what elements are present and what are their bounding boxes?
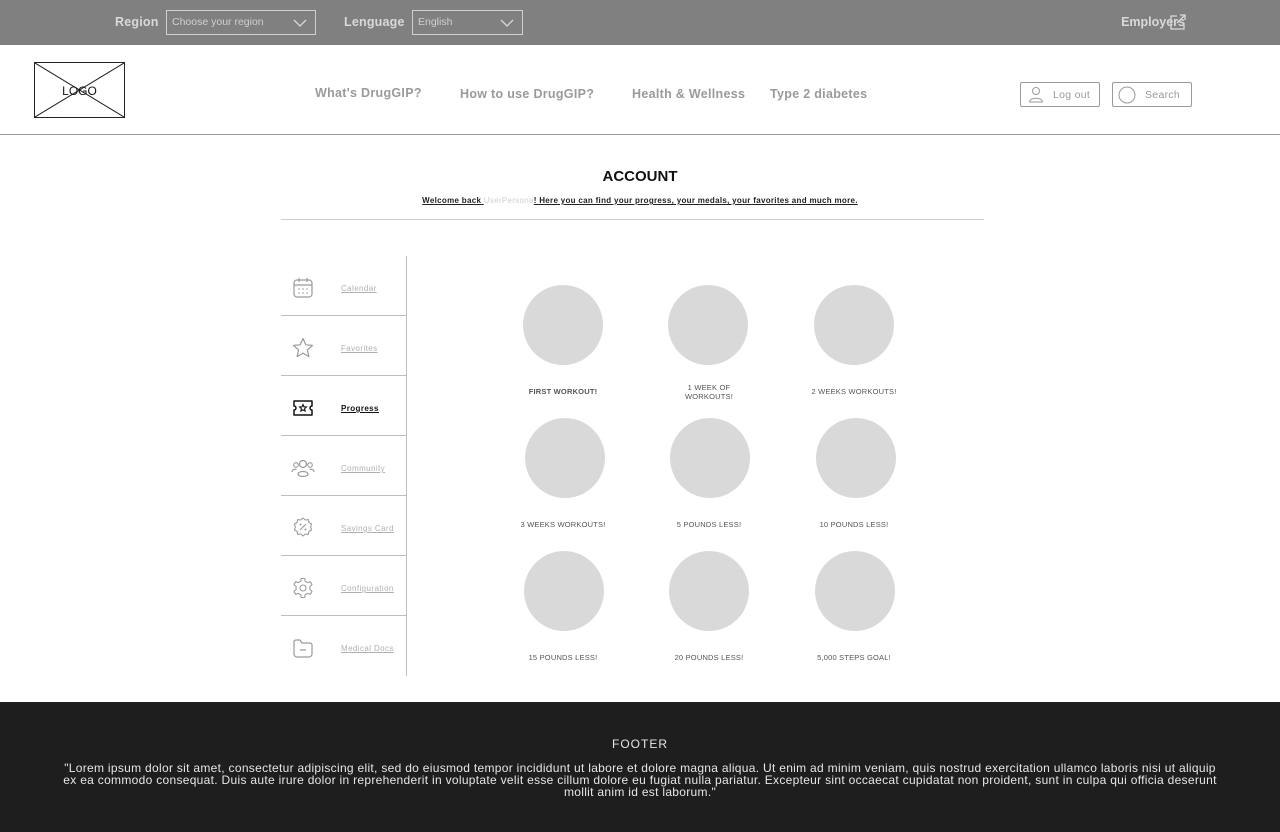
- folder-icon: [293, 639, 313, 658]
- sidebar-item-label: Configuration: [341, 584, 394, 593]
- chevron-down-icon: [293, 19, 307, 27]
- welcome-prefix: Welcome back: [422, 196, 484, 205]
- sidebar-item-label: Favorites: [341, 344, 378, 353]
- nav-link-how-to-use[interactable]: How to use DrugGIP?: [460, 87, 594, 101]
- sidebar-item-label: Calendar: [341, 284, 377, 293]
- logo-placeholder[interactable]: LOGO: [34, 62, 125, 118]
- language-label: Lenguage: [344, 15, 405, 29]
- medal-badge[interactable]: [669, 551, 749, 631]
- medal-badge[interactable]: [814, 285, 894, 365]
- welcome-username: UserPersona: [483, 196, 534, 205]
- region-select-placeholder: Choose your region: [172, 16, 264, 28]
- medal-label: 3 WEEKS WORKOUTS!: [520, 520, 606, 529]
- nav-link-whats-druggip[interactable]: What's DrugGIP?: [315, 86, 422, 100]
- medal-label: 2 WEEKS WORKOUTS!: [811, 387, 897, 396]
- region-select[interactable]: Choose your region: [166, 10, 316, 35]
- footer-title: FOOTER: [612, 737, 668, 751]
- sidebar-item-label: Community: [341, 464, 386, 473]
- language-select[interactable]: English: [412, 10, 523, 35]
- logout-label: Log out: [1053, 89, 1091, 101]
- medal-label: 15 POUNDS LESS!: [528, 653, 598, 662]
- medal-label: 1 WEEK OF WORKOUTS!: [684, 383, 734, 401]
- medal-label: 5,000 STEPS GOAL!: [817, 653, 891, 662]
- account-sidebar: Calendar Favorites Progress Community Sa…: [281, 256, 407, 676]
- medal-badge[interactable]: [523, 285, 603, 365]
- nav-link-type-2-diabetes[interactable]: Type 2 diabetes: [770, 87, 867, 101]
- sidebar-item-progress[interactable]: Progress: [281, 376, 406, 436]
- chevron-down-icon: [500, 19, 514, 27]
- discount-badge-icon: [293, 517, 313, 537]
- sidebar-item-savings-card[interactable]: Savings Card: [281, 496, 406, 556]
- sidebar-item-favorites[interactable]: Favorites: [281, 316, 406, 376]
- gear-icon: [293, 577, 313, 599]
- search-button[interactable]: Search: [1112, 82, 1192, 107]
- sidebar-item-label: Progress: [341, 404, 379, 413]
- logo-text: LOGO: [62, 84, 97, 98]
- welcome-suffix: ! Here you can find your progress, your …: [533, 196, 858, 205]
- star-icon: [292, 337, 314, 358]
- calendar-icon: [293, 278, 313, 298]
- medal-badge[interactable]: [670, 418, 750, 498]
- medal-label: 20 POUNDS LESS!: [674, 653, 744, 662]
- sidebar-item-calendar[interactable]: Calendar: [281, 256, 406, 316]
- section-divider: [281, 219, 984, 220]
- search-icon: [1118, 86, 1136, 104]
- logout-button[interactable]: Log out: [1020, 82, 1100, 107]
- sidebar-item-configuration[interactable]: Configuration: [281, 556, 406, 616]
- site-header: LOGO What's DrugGIP? How to use DrugGIP?…: [0, 45, 1280, 135]
- user-icon: [1028, 87, 1044, 103]
- external-link-icon[interactable]: [1169, 13, 1187, 31]
- ticket-star-icon: [293, 400, 313, 416]
- site-footer: FOOTER "Lorem ipsum dolor sit amet, cons…: [0, 702, 1280, 832]
- medal-badge[interactable]: [668, 285, 748, 365]
- language-select-value: English: [418, 16, 453, 28]
- nav-link-health-wellness[interactable]: Health & Wellness: [632, 87, 745, 101]
- page-title: ACCOUNT: [602, 168, 678, 185]
- search-label: Search: [1145, 89, 1181, 101]
- sidebar-item-community[interactable]: Community: [281, 436, 406, 496]
- welcome-message: Welcome back UserPersona! Here you can f…: [0, 196, 1280, 205]
- sidebar-item-label: Medical Docs: [341, 644, 394, 653]
- medal-badge[interactable]: [815, 551, 895, 631]
- sidebar-item-label: Savings Card: [341, 524, 394, 533]
- sidebar-item-medical-docs[interactable]: Medical Docs: [281, 616, 406, 676]
- medal-label: 10 POUNDS LESS!: [819, 520, 889, 529]
- people-icon: [291, 459, 315, 478]
- medal-label: FIRST WORKOUT!: [528, 387, 598, 396]
- top-utility-bar: Region Choose your region Lenguage Engli…: [0, 0, 1280, 45]
- region-label: Region: [115, 15, 159, 29]
- footer-text: "Lorem ipsum dolor sit amet, consectetur…: [63, 761, 1217, 799]
- medal-label: 5 POUNDS LESS!: [676, 520, 742, 529]
- medal-badge[interactable]: [525, 418, 605, 498]
- medal-badge[interactable]: [816, 418, 896, 498]
- medal-badge[interactable]: [524, 551, 604, 631]
